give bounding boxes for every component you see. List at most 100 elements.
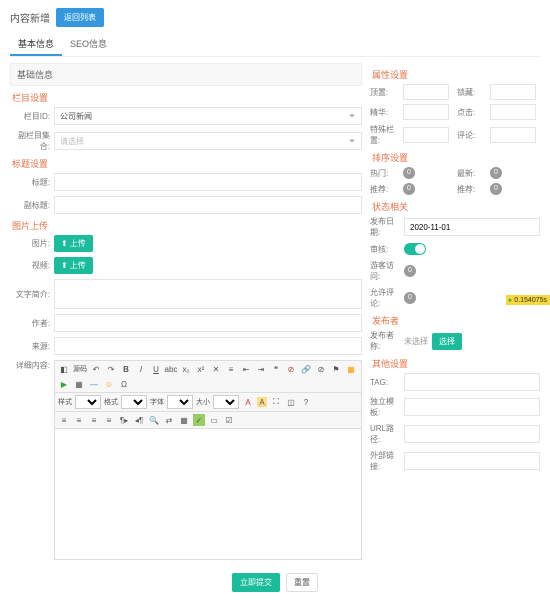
select-font[interactable] [167, 395, 193, 409]
submit-button[interactable]: 立即提交 [232, 573, 280, 592]
select-style[interactable] [75, 395, 101, 409]
badge-cmt[interactable]: 0 [404, 292, 416, 304]
unlink-icon[interactable]: ⊘ [315, 363, 327, 375]
label-publisher: 发布者称: [370, 330, 400, 352]
textarea-intro[interactable] [54, 279, 362, 309]
select-publisher-button[interactable]: 选择 [432, 333, 462, 350]
input-hot[interactable] [403, 104, 449, 120]
hr-icon[interactable]: — [88, 378, 100, 390]
rtl-icon[interactable]: ◂¶ [133, 414, 145, 426]
badge-slide[interactable]: 0 [490, 183, 502, 195]
underline-icon[interactable]: U [150, 363, 162, 375]
label-intro: 文字简介: [10, 289, 50, 300]
ac-icon[interactable]: ≡ [73, 414, 85, 426]
anchor-icon[interactable]: ⚑ [330, 363, 342, 375]
input-source[interactable] [54, 337, 362, 355]
ltr-icon[interactable]: ¶▸ [118, 414, 130, 426]
redo-icon[interactable]: ↷ [105, 363, 117, 375]
editor-body[interactable] [55, 429, 361, 559]
sub-icon[interactable]: x₂ [180, 363, 192, 375]
label-source: 来源: [10, 341, 50, 352]
label-cmt: 允许评论: [370, 287, 400, 309]
upload-icon: ⬆ [61, 261, 68, 270]
back-button[interactable]: 返回列表 [56, 8, 104, 27]
badge-hot[interactable]: 0 [403, 167, 415, 179]
special-icon[interactable]: Ω [118, 378, 130, 390]
ar-icon[interactable]: ≡ [88, 414, 100, 426]
outdent-icon[interactable]: ⇤ [240, 363, 252, 375]
section-image: 图片上传 [10, 219, 362, 232]
sup-icon[interactable]: x² [195, 363, 207, 375]
stop-icon[interactable]: ⊘ [285, 363, 297, 375]
reset-button[interactable]: 重置 [286, 573, 318, 592]
upload-icon: ⬆ [61, 239, 68, 248]
select-size[interactable] [213, 395, 239, 409]
ol-icon[interactable]: ≡ [225, 363, 237, 375]
form-icon[interactable]: ▭ [208, 414, 220, 426]
select-format[interactable] [121, 395, 147, 409]
select-all-icon[interactable]: ▦ [178, 414, 190, 426]
label-image: 图片: [10, 238, 50, 249]
label-content: 详细内容: [10, 360, 50, 371]
strike-icon[interactable]: abc [165, 363, 177, 375]
input-ex1[interactable] [403, 127, 449, 143]
aj-icon[interactable]: ≡ [103, 414, 115, 426]
indent-icon[interactable]: ⇥ [255, 363, 267, 375]
spell-icon[interactable]: ✓ [193, 414, 205, 426]
badge-new[interactable]: 0 [490, 167, 502, 179]
select-column[interactable]: 公司新闻 [54, 107, 362, 125]
label-rec: 推荐: [370, 184, 400, 195]
link-icon[interactable]: 🔗 [300, 363, 312, 375]
editor-toolbar-1: ◧源码 ↶ ↷ B I U abc x₂ x² ✕ ≡ ⇤ ⇥ [55, 361, 361, 393]
image-icon[interactable]: ▦ [345, 363, 357, 375]
tab-basic[interactable]: 基本信息 [10, 33, 62, 56]
label-title: 标题: [10, 177, 50, 188]
blocks-icon[interactable]: ◫ [285, 396, 297, 408]
input-template[interactable] [404, 398, 540, 416]
help-icon[interactable]: ? [300, 396, 312, 408]
input-author[interactable] [54, 314, 362, 332]
input-ex2[interactable] [490, 127, 536, 143]
input-tag[interactable] [404, 373, 540, 391]
al-icon[interactable]: ≡ [58, 414, 70, 426]
page-title: 内容新增 [10, 10, 50, 25]
rich-editor: ◧源码 ↶ ↷ B I U abc x₂ x² ✕ ≡ ⇤ ⇥ [54, 360, 362, 560]
label-hot: 精华: [370, 107, 400, 118]
label-ext: 外部链接: [370, 450, 400, 472]
undo-icon[interactable]: ↶ [90, 363, 102, 375]
emoji-icon[interactable]: ☺ [103, 378, 115, 390]
label-tag: TAG: [370, 378, 400, 387]
tab-seo[interactable]: SEO信息 [62, 33, 115, 56]
find-icon[interactable]: 🔍 [148, 414, 160, 426]
input-pubdate[interactable] [404, 218, 540, 236]
toggle-audit[interactable] [404, 243, 426, 255]
media-icon[interactable]: ▶ [58, 378, 70, 390]
italic-icon[interactable]: I [135, 363, 147, 375]
badge-rec[interactable]: 0 [403, 183, 415, 195]
input-hit[interactable] [490, 104, 536, 120]
bgcolor-icon[interactable]: A [257, 397, 267, 407]
label-slide: 推荐: [457, 184, 487, 195]
check-icon[interactable]: ☑ [223, 414, 235, 426]
table-icon[interactable]: ▦ [73, 378, 85, 390]
upload-video-button[interactable]: ⬆上传 [54, 257, 93, 274]
bold-icon[interactable]: B [120, 363, 132, 375]
source-icon[interactable]: ◧ [58, 363, 70, 375]
label-ex1: 特殊栏置: [370, 124, 400, 146]
upload-image-button[interactable]: ⬆上传 [54, 235, 93, 252]
input-url[interactable] [404, 425, 540, 443]
clear-icon[interactable]: ✕ [210, 363, 222, 375]
max-icon[interactable]: ⛶ [270, 396, 282, 408]
label-url: URL路径: [370, 423, 400, 445]
quote-icon[interactable]: ❝ [270, 363, 282, 375]
badge-hits[interactable]: 0 [404, 265, 416, 277]
label-pubdate: 发布日期: [370, 216, 400, 238]
input-subtitle[interactable] [54, 196, 362, 214]
replace-icon[interactable]: ⇄ [163, 414, 175, 426]
color-icon[interactable]: A [242, 396, 254, 408]
input-title[interactable] [54, 173, 362, 191]
select-sub-column[interactable]: 请选择 [54, 132, 362, 150]
input-hide[interactable] [490, 84, 536, 100]
input-extlink[interactable] [404, 452, 540, 470]
input-top[interactable] [403, 84, 449, 100]
